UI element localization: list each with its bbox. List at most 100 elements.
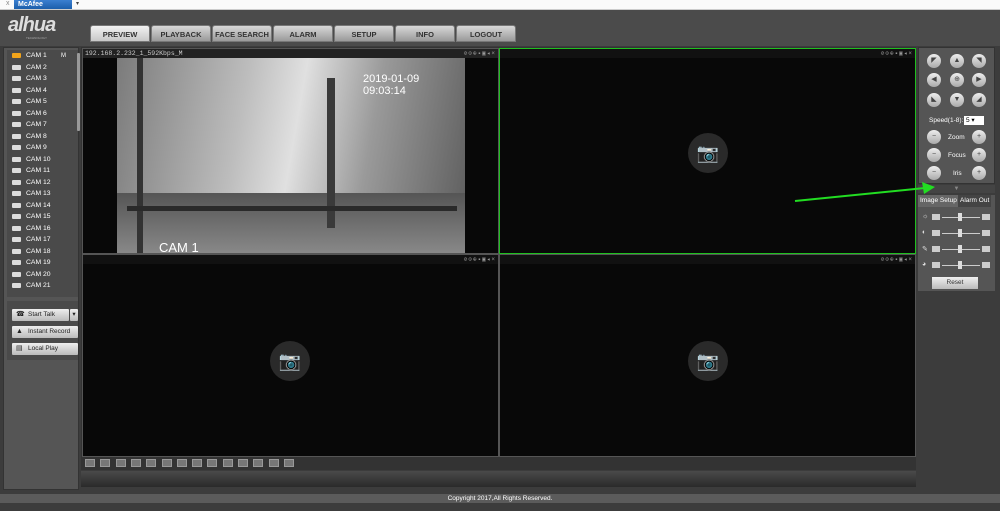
16-split-layout-button[interactable] [238, 459, 248, 467]
reset-button[interactable]: Reset [932, 277, 978, 289]
tab-preview[interactable]: PREVIEW [90, 25, 150, 42]
fit-window-layout-button[interactable] [100, 459, 111, 467]
zoom-in-button[interactable]: + [972, 130, 986, 144]
video-window-3[interactable]: ⊘⊙⊕▪▣◂× 📷 [82, 254, 499, 457]
camera-list-item[interactable]: CAM 12 [7, 177, 78, 189]
camera-list-item[interactable]: CAM 2 [7, 62, 78, 74]
minus-button[interactable] [932, 262, 940, 268]
4-split-layout-button[interactable] [161, 459, 172, 467]
video-window-1[interactable]: 192.168.2.232_1_592Kbps_M ⊘⊙⊕▪▣◂× 2019-01… [82, 48, 499, 255]
camera-list-item[interactable]: CAM 4 [7, 85, 78, 97]
20-split-layout-button[interactable] [253, 459, 264, 467]
camera-list-item[interactable]: CAM 6 [7, 108, 78, 120]
ptz-up-left-button[interactable]: ◤ [927, 54, 941, 68]
tab-alarm-out[interactable]: Alarm Out [958, 195, 992, 207]
plus-button[interactable] [982, 262, 990, 268]
camera-list-item[interactable]: CAM 19 [7, 257, 78, 269]
contrast-slider[interactable]: ◐ [922, 229, 992, 237]
camera-feed: 2019-01-09 09:03:14 CAM 1 [117, 58, 465, 255]
slider-knob[interactable] [958, 245, 962, 253]
local-play-button[interactable]: ▤ Local Play [12, 343, 78, 355]
instant-record-button[interactable]: ▲ Instant Record [12, 326, 78, 338]
saturation-slider[interactable]: ✎ [922, 245, 992, 253]
hue-slider[interactable]: ◕ [922, 261, 992, 269]
start-talk-button[interactable]: ☎ Start Talk [12, 309, 69, 321]
iris-plus-button[interactable]: + [972, 166, 986, 180]
ptz-left-button[interactable]: ◀ [927, 73, 941, 87]
ptz-up-button[interactable]: ▲ [950, 54, 964, 68]
camera-list-item[interactable]: CAM 7 [7, 119, 78, 131]
video-window-4[interactable]: ⊘⊙⊕▪▣◂× 📷 [499, 254, 916, 457]
36-split-layout-button[interactable] [283, 459, 294, 467]
camera-list-item[interactable]: CAM 9 [7, 142, 78, 154]
tab-setup[interactable]: SETUP [334, 25, 394, 42]
fullscreen-layout-button[interactable] [115, 459, 126, 467]
hue-icon: ◕ [922, 261, 927, 268]
window-control-icons[interactable]: ⊘⊙⊕▪▣◂× [881, 49, 913, 58]
camera-list-item[interactable]: CAM 13 [7, 188, 78, 200]
camera-list-item[interactable]: CAM 17 [7, 234, 78, 246]
tab-logout[interactable]: LOGOUT [456, 25, 516, 42]
camera-icon [12, 145, 21, 151]
close-icon[interactable]: x [6, 0, 10, 7]
1-split-layout-button[interactable] [130, 459, 141, 467]
brightness-slider[interactable]: ☼ [922, 213, 992, 221]
camera-icon [12, 271, 21, 277]
camera-list-item[interactable]: CAM 18 [7, 246, 78, 258]
6-split-layout-button[interactable] [176, 459, 187, 467]
mcafee-button[interactable]: McAfee [14, 0, 72, 9]
ptz-right-button[interactable]: ▶ [972, 73, 986, 87]
original-size-layout-button[interactable] [85, 459, 95, 467]
video-window-2[interactable]: ⊘⊙⊕▪▣◂× 📷 [499, 48, 916, 254]
minus-button[interactable] [932, 230, 940, 236]
ptz-up-right-button[interactable]: ◥ [972, 54, 986, 68]
camera-list-item[interactable]: CAM 5 [7, 96, 78, 108]
focus-plus-button[interactable]: + [972, 148, 986, 162]
camera-list-item[interactable]: CAM 8 [7, 131, 78, 143]
ptz-down-right-button[interactable]: ◢ [972, 93, 986, 107]
slider-knob[interactable] [958, 261, 962, 269]
talk-dropdown-button[interactable]: ▾ [70, 309, 78, 321]
camera-list-item[interactable]: CAM 21 [7, 280, 78, 292]
camera-list-item[interactable]: CAM 15 [7, 211, 78, 223]
window-control-icons[interactable]: ⊘⊙⊕▪▣◂× [881, 255, 913, 264]
1-window-layout-button[interactable] [146, 459, 157, 467]
camera-list-item[interactable]: CAM 10 [7, 154, 78, 166]
13-split-layout-button[interactable] [222, 459, 233, 467]
plus-button[interactable] [982, 214, 990, 220]
window-control-icons[interactable]: ⊘⊙⊕▪▣◂× [464, 49, 496, 58]
tab-info[interactable]: INFO [395, 25, 455, 42]
minus-button[interactable] [932, 214, 940, 220]
slider-knob[interactable] [958, 229, 962, 237]
window-control-icons[interactable]: ⊘⊙⊕▪▣◂× [464, 255, 496, 264]
speed-select[interactable]: 5 ▾ [964, 116, 984, 125]
camera-list-item[interactable]: CAM 11 [7, 165, 78, 177]
plus-button[interactable] [982, 246, 990, 252]
camera-list-item[interactable]: CAM 20 [7, 269, 78, 281]
camera-list-item[interactable]: CAM 16 [7, 223, 78, 235]
minus-button[interactable] [932, 246, 940, 252]
status-bar [81, 471, 916, 487]
tab-alarm[interactable]: ALARM [273, 25, 333, 42]
25-split-layout-button[interactable] [268, 459, 279, 467]
8-split-layout-button[interactable] [192, 459, 203, 467]
zoom-out-button[interactable]: − [927, 130, 941, 144]
iris-minus-button[interactable]: − [927, 166, 941, 180]
camera-list-item[interactable]: CAM 14 [7, 200, 78, 212]
slider-knob[interactable] [958, 213, 962, 221]
9-split-layout-button[interactable] [207, 459, 218, 467]
ptz-down-button[interactable]: ▼ [950, 93, 964, 107]
chevron-down-icon[interactable]: ▾ [76, 0, 79, 7]
focus-minus-button[interactable]: − [927, 148, 941, 162]
camera-icon [12, 87, 21, 93]
camera-icon: 📷 [270, 341, 310, 381]
camera-list-item[interactable]: CAM 3 [7, 73, 78, 85]
tab-face-search[interactable]: FACE SEARCH [212, 25, 272, 42]
plus-button[interactable] [982, 230, 990, 236]
ptz-3d-zoom-button[interactable]: ⊕ [950, 73, 964, 87]
tab-playback[interactable]: PLAYBACK [151, 25, 211, 42]
video-grid: 192.168.2.232_1_592Kbps_M ⊘⊙⊕▪▣◂× 2019-01… [81, 47, 916, 457]
scrollbar[interactable] [77, 53, 80, 131]
camera-list-item[interactable]: CAM 1 M [7, 50, 78, 62]
ptz-down-left-button[interactable]: ◣ [927, 93, 941, 107]
